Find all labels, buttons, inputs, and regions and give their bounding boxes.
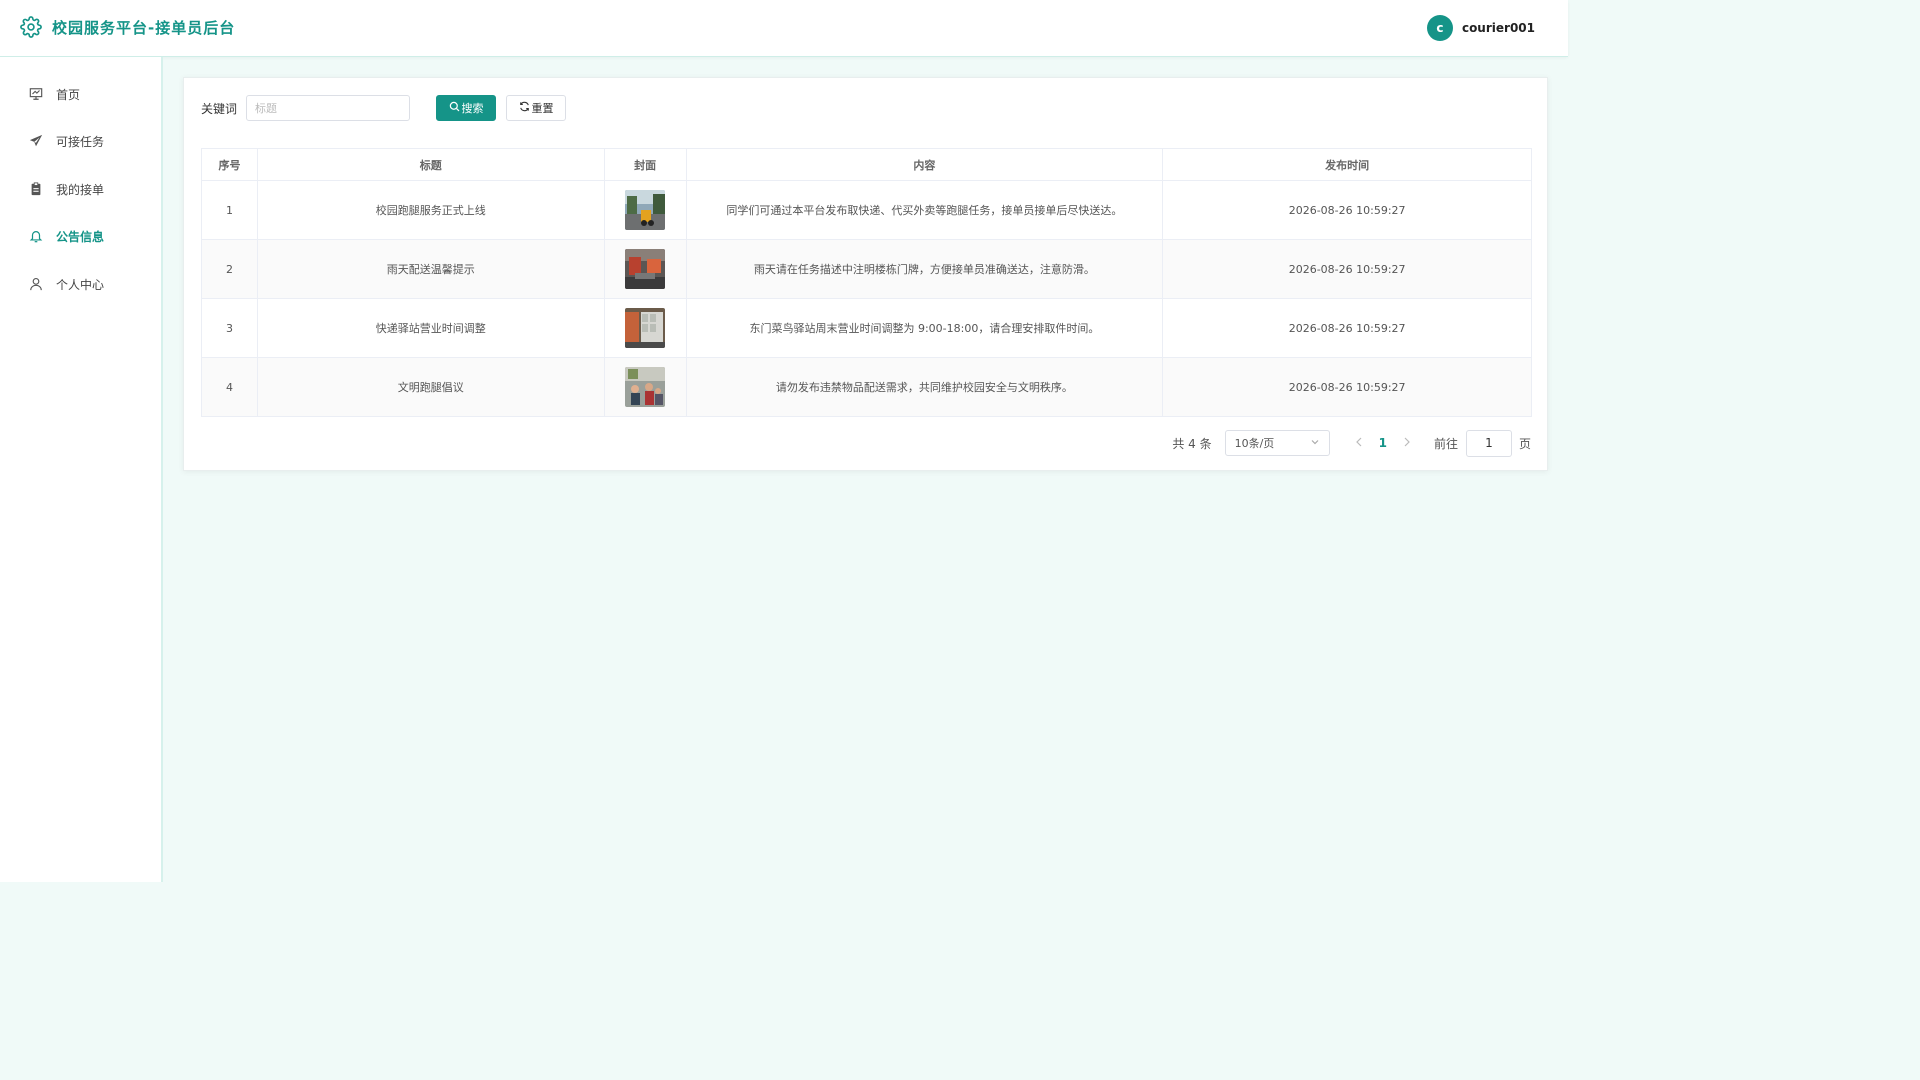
page-number-1[interactable]: 1 bbox=[1379, 436, 1387, 450]
column-header-index[interactable]: 序号 bbox=[201, 148, 258, 181]
sidebar-item-label: 公告信息 bbox=[56, 229, 105, 244]
row-index: 4 bbox=[201, 357, 258, 417]
sidebar-item-label: 我的接单 bbox=[56, 182, 105, 197]
table-row[interactable]: 3 快递驿站营业时间调整 东门菜鸟驿站周末营业时间调整为 9:00-18:00， bbox=[201, 298, 1532, 358]
pagination-total: 共 4 条 bbox=[1172, 436, 1212, 451]
user-icon bbox=[28, 276, 44, 292]
row-title: 雨天配送温馨提示 bbox=[256, 239, 605, 299]
sidebar-item-label: 可接任务 bbox=[56, 134, 105, 149]
gear-icon bbox=[20, 16, 42, 38]
reset-button[interactable]: 重置 bbox=[506, 95, 567, 121]
prev-page-button[interactable] bbox=[1352, 436, 1366, 451]
row-time: 2026-08-26 10:59:27 bbox=[1162, 239, 1532, 299]
keyword-label: 关键词 bbox=[201, 101, 238, 116]
goto-label: 前往 bbox=[1433, 436, 1458, 451]
column-header-cover[interactable]: 封面 bbox=[603, 148, 687, 181]
presentation-icon bbox=[28, 86, 44, 102]
top-header: 校园服务平台-接单员后台 c courier001 bbox=[0, 0, 1568, 57]
user-menu[interactable]: c courier001 bbox=[1426, 15, 1535, 41]
row-title: 校园跑腿服务正式上线 bbox=[256, 180, 605, 240]
pagination: 共 4 条 10条/页 1 前往 页 bbox=[1172, 429, 1531, 457]
row-index: 3 bbox=[201, 298, 258, 358]
search-button-label: 搜索 bbox=[461, 102, 484, 115]
app-title: 校园服务平台-接单员后台 bbox=[52, 18, 236, 37]
sidebar-item-label: 首页 bbox=[56, 87, 81, 102]
row-title: 快递驿站营业时间调整 bbox=[256, 298, 605, 358]
cover-image[interactable] bbox=[625, 190, 666, 230]
row-title: 文明跑腿倡议 bbox=[256, 357, 605, 417]
sidebar-item-label: 个人中心 bbox=[56, 277, 105, 292]
row-content: 雨天请在任务描述中注明楼栋门牌，方便接单员准确送达，注意防滑。 bbox=[685, 239, 1164, 299]
chevron-left-icon bbox=[1355, 437, 1362, 446]
row-time: 2026-08-26 10:59:27 bbox=[1162, 180, 1532, 240]
column-header-content[interactable]: 内容 bbox=[685, 148, 1164, 181]
bell-icon bbox=[28, 228, 44, 244]
row-time: 2026-08-26 10:59:27 bbox=[1162, 357, 1532, 417]
sidebar: 首页 可接任务 我的接单 公告信息 个人中心 bbox=[0, 57, 163, 882]
page-size-select[interactable]: 10条/页 bbox=[1224, 430, 1330, 456]
username[interactable]: courier001 bbox=[1462, 21, 1535, 35]
row-cover-cell bbox=[603, 298, 687, 358]
row-index: 1 bbox=[201, 180, 258, 240]
filter-bar: 关键词 搜索 重置 bbox=[201, 95, 567, 121]
row-content: 请勿发布违禁物品配送需求，共同维护校园安全与文明秩序。 bbox=[685, 357, 1164, 417]
cover-image[interactable] bbox=[625, 249, 666, 289]
chevron-right-icon bbox=[1404, 437, 1410, 446]
row-cover-cell bbox=[603, 180, 687, 240]
avatar[interactable]: c bbox=[1426, 15, 1453, 41]
table-row[interactable]: 2 雨天配送温馨提示 雨天请在任务描述中注明楼栋门牌，方便接单员准确送达，注意防… bbox=[201, 239, 1532, 299]
row-cover-cell bbox=[603, 357, 687, 417]
brand: 校园服务平台-接单员后台 bbox=[20, 16, 235, 38]
row-content: 同学们可通过本平台发布取快递、代买外卖等跑腿任务，接单员接单后尽快送达。 bbox=[685, 180, 1164, 240]
table-row[interactable]: 4 文明跑腿倡议 请勿发布违禁物品配送需求，共同维护校园安全与文明秩序。 202… bbox=[201, 357, 1532, 417]
column-header-time[interactable]: 发布时间 bbox=[1162, 148, 1532, 181]
reset-button-label: 重置 bbox=[531, 102, 554, 115]
keyword-input[interactable] bbox=[246, 95, 411, 121]
page-unit-label: 页 bbox=[1518, 436, 1531, 451]
cover-image[interactable] bbox=[625, 308, 666, 348]
row-index: 2 bbox=[201, 239, 258, 299]
next-page-button[interactable] bbox=[1400, 436, 1414, 451]
sidebar-item-my-orders[interactable]: 我的接单 bbox=[0, 169, 160, 209]
sidebar-item-available-tasks[interactable]: 可接任务 bbox=[0, 121, 160, 161]
search-icon bbox=[449, 101, 462, 115]
goto-page-input[interactable] bbox=[1465, 429, 1512, 457]
row-time: 2026-08-26 10:59:27 bbox=[1162, 298, 1532, 358]
chevron-down-icon bbox=[1310, 437, 1320, 450]
sidebar-item-profile[interactable]: 个人中心 bbox=[0, 264, 160, 304]
table-header-row: 序号 标题 封面 内容 发布时间 bbox=[201, 148, 1532, 181]
column-header-title[interactable]: 标题 bbox=[256, 148, 605, 181]
table-row[interactable]: 1 校园跑腿服务正式上线 同学们可通过本平台发布取快递、代买外卖等跑腿任务，接单 bbox=[201, 180, 1532, 240]
search-button[interactable]: 搜索 bbox=[436, 95, 497, 121]
clipboard-icon bbox=[28, 181, 44, 197]
cover-image[interactable] bbox=[625, 367, 666, 407]
sidebar-item-announcements[interactable]: 公告信息 bbox=[0, 216, 160, 256]
announcement-table: 序号 标题 封面 内容 发布时间 1 校园跑腿服务正式上线 同学们可通过本平台发… bbox=[201, 148, 1532, 417]
refresh-icon bbox=[519, 101, 532, 115]
row-content: 东门菜鸟驿站周末营业时间调整为 9:00-18:00，请合理安排取件时间。 bbox=[685, 298, 1164, 358]
send-icon bbox=[28, 133, 44, 149]
sidebar-item-home[interactable]: 首页 bbox=[0, 74, 160, 114]
row-cover-cell bbox=[603, 239, 687, 299]
page-size-value: 10条/页 bbox=[1234, 437, 1275, 450]
announcement-panel: 关键词 搜索 重置 序号 标 bbox=[183, 77, 1548, 471]
